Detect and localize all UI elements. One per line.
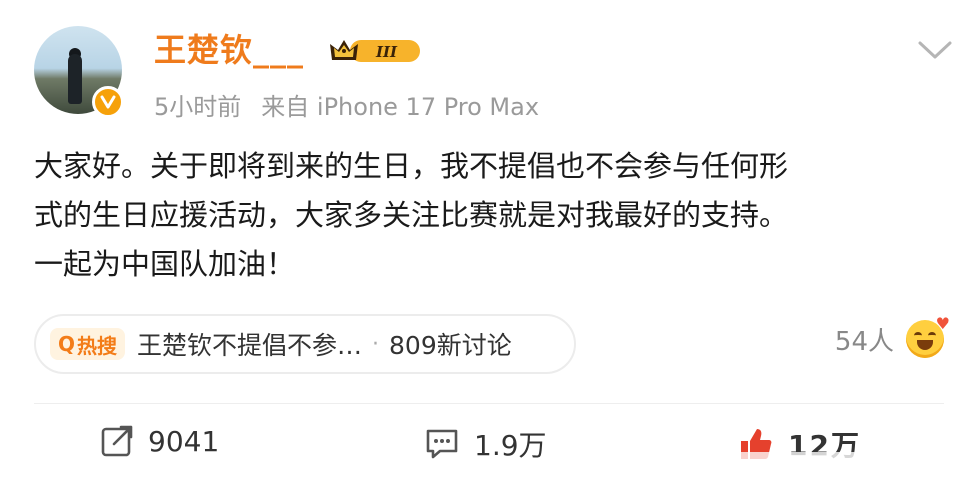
post-time: 5小时前	[154, 93, 242, 121]
hot-topic-card[interactable]: Q 热搜 王楚钦不提倡不参… · 809新讨论	[34, 314, 576, 374]
vip-crown-badge[interactable]: III	[328, 36, 424, 66]
post-header: 王楚钦___ III 5小时前 来自 iPhone 17 Pro Max	[34, 26, 954, 126]
watermark-overlay	[660, 452, 960, 482]
avatar-figure-body	[68, 54, 82, 104]
repost-icon	[101, 425, 133, 457]
reactions-summary[interactable]: 54人 ♥	[834, 314, 950, 358]
comment-button[interactable]: 1.9万	[424, 424, 547, 464]
comment-icon	[426, 429, 458, 459]
comment-count: 1.9万	[474, 429, 547, 462]
vip-level-text: III	[375, 43, 398, 61]
heart-icon: ♥	[935, 314, 950, 333]
repost-count: 9041	[148, 424, 220, 458]
topic-title: 王楚钦不提倡不参…	[137, 331, 363, 360]
verified-v-icon	[92, 86, 124, 118]
hot-search-tag: Q 热搜	[50, 328, 126, 360]
topic-discussion-count: 809新讨论	[389, 331, 512, 360]
post-source: 来自 iPhone 17 Pro Max	[261, 93, 540, 121]
emoji-eye-right	[928, 332, 936, 339]
topic-separator: ·	[372, 331, 380, 357]
hot-search-label: 热搜	[77, 333, 118, 358]
post-text: 大家好。关于即将到来的生日，我不提倡也不会参与任何形 式的生日应援活动，大家多关…	[34, 149, 789, 281]
post-meta: 5小时前 来自 iPhone 17 Pro Max	[154, 92, 539, 122]
emoji-eye-left	[914, 332, 922, 339]
repost-button[interactable]: 9041	[100, 424, 219, 458]
love-face-emoji-icon: ♥	[906, 314, 950, 358]
chevron-down-icon[interactable]	[916, 38, 954, 62]
emoji-mouth	[917, 340, 933, 350]
search-icon: Q	[58, 332, 76, 356]
action-divider	[34, 403, 944, 404]
reaction-count: 54人	[834, 326, 894, 357]
author-name[interactable]: 王楚钦___	[154, 30, 304, 70]
